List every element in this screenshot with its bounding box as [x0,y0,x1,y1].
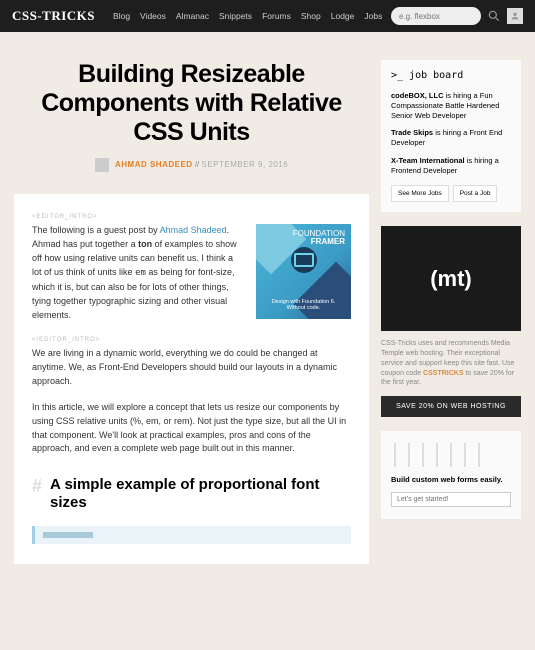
editor-intro-open-tag: <EDITOR_INTRO> [32,214,351,220]
paragraph-1: We are living in a dynamic world, everyt… [32,347,351,389]
job-listing[interactable]: X-Team International is hiring a Fronten… [391,156,511,176]
sidebar: >_ job board codeBOX, LLC is hiring a Fu… [381,60,521,564]
site-logo[interactable]: CSS-TRICKS [12,8,95,24]
author-link[interactable]: Ahmad Shadeed [160,225,227,235]
nav-jobs[interactable]: Jobs [364,11,382,21]
hash-anchor-icon[interactable]: # [32,476,42,497]
search-input[interactable] [391,7,481,25]
wufoo-input[interactable] [391,492,511,507]
wufoo-widget: Build custom web forms easily. [381,431,521,519]
nav-snippets[interactable]: Snippets [219,11,252,21]
nav-videos[interactable]: Videos [140,11,166,21]
mt-description: CSS-Tricks uses and recommends Media Tem… [381,339,521,388]
nav-lodge[interactable]: Lodge [331,11,355,21]
wufoo-headline: Build custom web forms easily. [391,475,511,484]
editor-intro-close-tag: </EDITOR_INTRO> [32,337,351,343]
job-board-widget: >_ job board codeBOX, LLC is hiring a Fu… [381,60,521,212]
see-more-jobs-button[interactable]: See More Jobs [391,185,449,202]
article-title: Building Resizeable Components with Rela… [14,60,369,146]
post-a-job-button[interactable]: Post a Job [453,185,498,202]
foundation-framer-ad[interactable]: FOUNDATIONFRAMER Design with Foundation … [256,224,351,319]
job-listing[interactable]: codeBOX, LLC is hiring a Fun Compassiona… [391,91,511,120]
publish-date: SEPTEMBER 9, 2016 [201,160,288,169]
job-listing[interactable]: Trade Skips is hiring a Front End Develo… [391,128,511,148]
mt-logo: (mt) [430,266,472,292]
mt-cta-button[interactable]: SAVE 20% ON WEB HOSTING [381,396,521,417]
media-temple-ad[interactable]: (mt) [381,226,521,331]
glasses-icon [291,247,317,273]
code-snippet-preview [32,526,351,544]
wufoo-logo [391,443,511,467]
author-avatar [95,158,109,172]
author-name[interactable]: AHMAD SHADEED [115,160,193,169]
nav-almanac[interactable]: Almanac [176,11,209,21]
search-icon[interactable] [487,9,501,23]
section-heading: A simple example of proportional font si… [50,476,351,512]
job-board-title: >_ job board [391,70,511,81]
nav-shop[interactable]: Shop [301,11,321,21]
nav-forums[interactable]: Forums [262,11,291,21]
editor-intro-text: The following is a guest post by Ahmad S… [32,224,242,323]
main-nav: Blog Videos Almanac Snippets Forums Shop… [113,11,391,21]
paragraph-2: In this article, we will explore a conce… [32,401,351,457]
nav-blog[interactable]: Blog [113,11,130,21]
article-body: <EDITOR_INTRO> The following is a guest … [14,194,369,564]
user-avatar[interactable] [507,8,523,24]
byline: AHMAD SHADEED // SEPTEMBER 9, 2016 [14,158,369,172]
